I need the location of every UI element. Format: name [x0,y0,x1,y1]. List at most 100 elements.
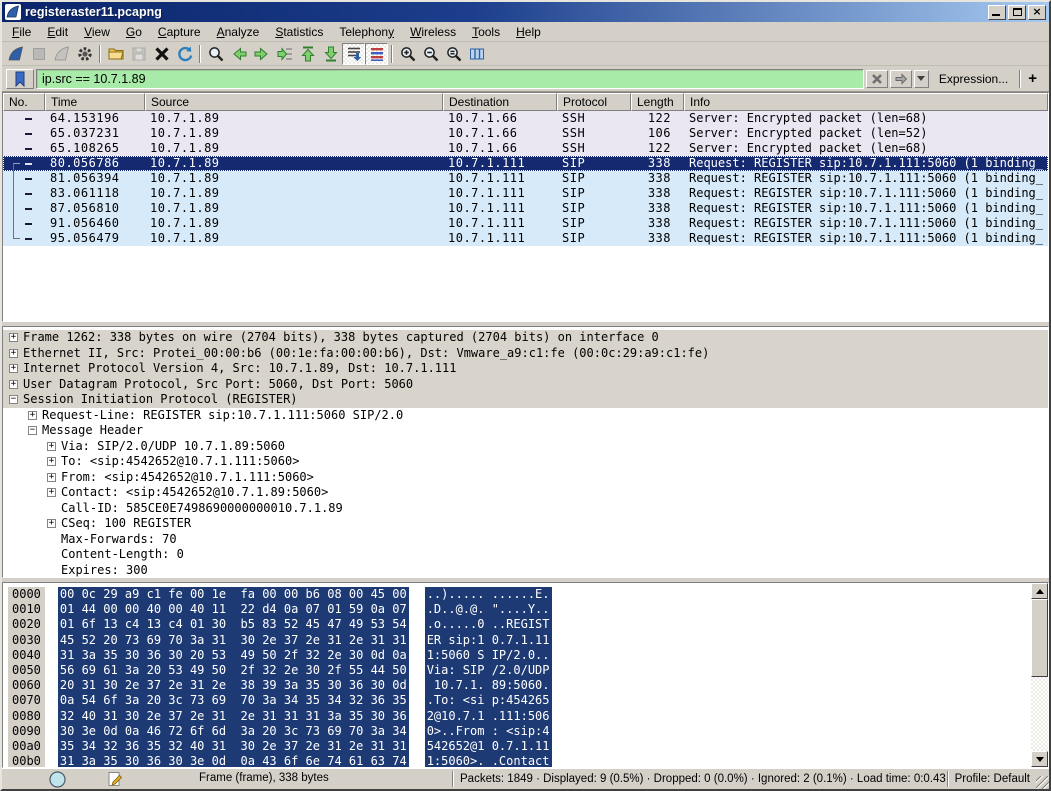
expand-icon[interactable]: + [9,349,18,358]
go-first-packet-button[interactable] [296,43,319,65]
go-back-button[interactable] [227,43,250,65]
filter-apply-button[interactable] [890,70,912,88]
bytes-scrollbar[interactable] [1031,583,1048,767]
hex-row[interactable]: 002001 6f 13 c4 13 c4 01 30 b5 83 52 45 … [3,617,1048,632]
zoom-original-button[interactable] [442,43,465,65]
hex-row[interactable]: 00700a 54 6f 3a 20 3c 73 69 70 3a 34 35 … [3,693,1048,708]
menu-capture[interactable]: Capture [150,23,209,41]
hex-row[interactable]: 009030 3e 0d 0a 46 72 6f 6d 3a 20 3c 73 … [3,724,1048,739]
expand-icon[interactable]: + [28,411,37,420]
restart-capture-button[interactable] [50,43,73,65]
save-file-button[interactable] [127,43,150,65]
packet-row[interactable]: 87.05681010.7.1.8910.7.1.111SIP338Reques… [3,201,1048,216]
detail-tree-row[interactable]: +User Datagram Protocol, Src Port: 5060,… [3,377,1048,393]
hex-row[interactable]: 000000 0c 29 a9 c1 fe 00 1e fa 00 00 b6 … [3,587,1048,602]
packet-row[interactable]: 83.06111810.7.1.8910.7.1.111SIP338Reques… [3,186,1048,201]
expand-icon[interactable]: + [47,457,56,466]
status-profile[interactable]: Profile: Default [949,773,1036,785]
zoom-in-button[interactable] [396,43,419,65]
menu-edit[interactable]: Edit [39,23,76,41]
filter-bookmark-button[interactable] [6,69,34,89]
expand-icon[interactable]: + [9,364,18,373]
maximize-button[interactable] [1008,5,1026,20]
detail-tree-row[interactable]: −Message Header [3,423,1048,439]
minimize-button[interactable] [988,5,1006,20]
hex-row[interactable]: 003045 52 20 73 69 70 3a 31 30 2e 37 2e … [3,633,1048,648]
detail-tree-row[interactable]: +Content-Length: 0 [3,547,1048,563]
display-filter-input[interactable]: ip.src == 10.7.1.89 [36,69,864,89]
expand-icon[interactable]: + [9,333,18,342]
stop-capture-button[interactable] [27,43,50,65]
menu-statistics[interactable]: Statistics [267,23,331,41]
detail-tree-row[interactable]: +Frame 1262: 338 bytes on wire (2704 bit… [3,330,1048,346]
expand-icon[interactable]: + [47,519,56,528]
hex-row[interactable]: 008032 40 31 30 2e 37 2e 31 2e 31 31 31 … [3,709,1048,724]
expand-icon[interactable]: + [47,473,56,482]
menu-telephony[interactable]: Telephony [331,23,402,41]
hex-row[interactable]: 006020 31 30 2e 37 2e 31 2e 38 39 3a 35 … [3,678,1048,693]
packet-row[interactable]: 65.03723110.7.1.8910.7.1.66SSH106Server:… [3,126,1048,141]
expert-info-icon[interactable] [48,770,67,789]
expand-icon[interactable]: + [47,488,56,497]
packet-row[interactable]: 80.05678610.7.1.8910.7.1.111SIP338Reques… [3,156,1048,171]
packet-row[interactable]: 91.05646010.7.1.8910.7.1.111SIP338Reques… [3,216,1048,231]
expand-icon[interactable]: + [9,380,18,389]
hex-row[interactable]: 005056 69 61 3a 20 53 49 50 2f 32 2e 30 … [3,663,1048,678]
title-bar[interactable]: registeraster11.pcapng × [2,2,1049,22]
column-header-time[interactable]: Time [45,93,145,111]
reload-file-button[interactable] [173,43,196,65]
go-to-packet-button[interactable] [273,43,296,65]
detail-tree-row[interactable]: +Contact: <sip:4542652@10.7.1.89:5060> [3,485,1048,501]
menu-help[interactable]: Help [508,23,549,41]
detail-tree-row[interactable]: +CSeq: 100 REGISTER [3,516,1048,532]
resize-grip[interactable] [1036,776,1049,789]
add-filter-button[interactable]: + [1024,70,1045,87]
capture-comment-icon[interactable] [106,770,124,788]
column-header-length[interactable]: Length [631,93,684,111]
packet-row[interactable]: 81.05639410.7.1.8910.7.1.111SIP338Reques… [3,171,1048,186]
menu-tools[interactable]: Tools [464,23,508,41]
detail-tree-row[interactable]: +Internet Protocol Version 4, Src: 10.7.… [3,361,1048,377]
detail-tree-row[interactable]: +Via: SIP/2.0/UDP 10.7.1.89:5060 [3,439,1048,455]
go-last-packet-button[interactable] [319,43,342,65]
detail-tree-row[interactable]: +Ethernet II, Src: Protei_00:00:b6 (00:1… [3,346,1048,362]
packet-row[interactable]: 95.05647910.7.1.8910.7.1.111SIP338Reques… [3,231,1048,246]
zoom-out-button[interactable] [419,43,442,65]
filter-clear-button[interactable] [866,70,888,88]
column-header-protocol[interactable]: Protocol [557,93,631,111]
column-header-no[interactable]: No. [3,93,45,111]
hex-row[interactable]: 004031 3a 35 30 36 30 20 53 49 50 2f 32 … [3,648,1048,663]
colorize-packets-button[interactable] [365,43,388,65]
capture-options-button[interactable] [73,43,96,65]
packet-row[interactable]: 65.10826510.7.1.8910.7.1.66SSH122Server:… [3,141,1048,156]
expand-icon[interactable]: + [47,442,56,451]
detail-tree-row[interactable]: +Call-ID: 585CE0E7498690000000010.7.1.89 [3,501,1048,517]
start-capture-button[interactable] [4,43,27,65]
auto-scroll-button[interactable] [342,43,365,65]
scroll-up-button[interactable] [1031,583,1048,599]
detail-tree-row[interactable]: +Max-Forwards: 70 [3,532,1048,548]
menu-analyze[interactable]: Analyze [209,23,268,41]
collapse-icon[interactable]: − [9,395,18,404]
scrollbar-thumb[interactable] [1031,599,1048,677]
menu-go[interactable]: Go [118,23,150,41]
resize-columns-button[interactable] [465,43,488,65]
filter-recent-dropdown[interactable] [914,70,929,88]
column-header-destination[interactable]: Destination [443,93,557,111]
column-header-info[interactable]: Info [684,93,1048,111]
menu-wireless[interactable]: Wireless [402,23,464,41]
hex-row[interactable]: 001001 44 00 00 40 00 40 11 22 d4 0a 07 … [3,602,1048,617]
menu-view[interactable]: View [76,23,118,41]
detail-tree-row[interactable]: +Expires: 300 [3,563,1048,579]
close-button[interactable]: × [1028,5,1046,20]
menu-file[interactable]: File [4,23,39,41]
hex-row[interactable]: 00a035 34 32 36 35 32 40 31 30 2e 37 2e … [3,739,1048,754]
go-forward-button[interactable] [250,43,273,65]
collapse-icon[interactable]: − [28,426,37,435]
find-packet-button[interactable] [204,43,227,65]
open-file-button[interactable] [104,43,127,65]
detail-tree-row[interactable]: +To: <sip:4542652@10.7.1.111:5060> [3,454,1048,470]
detail-tree-row[interactable]: +From: <sip:4542652@10.7.1.111:5060> [3,470,1048,486]
detail-tree-row[interactable]: −Session Initiation Protocol (REGISTER) [3,392,1048,408]
close-file-button[interactable] [150,43,173,65]
